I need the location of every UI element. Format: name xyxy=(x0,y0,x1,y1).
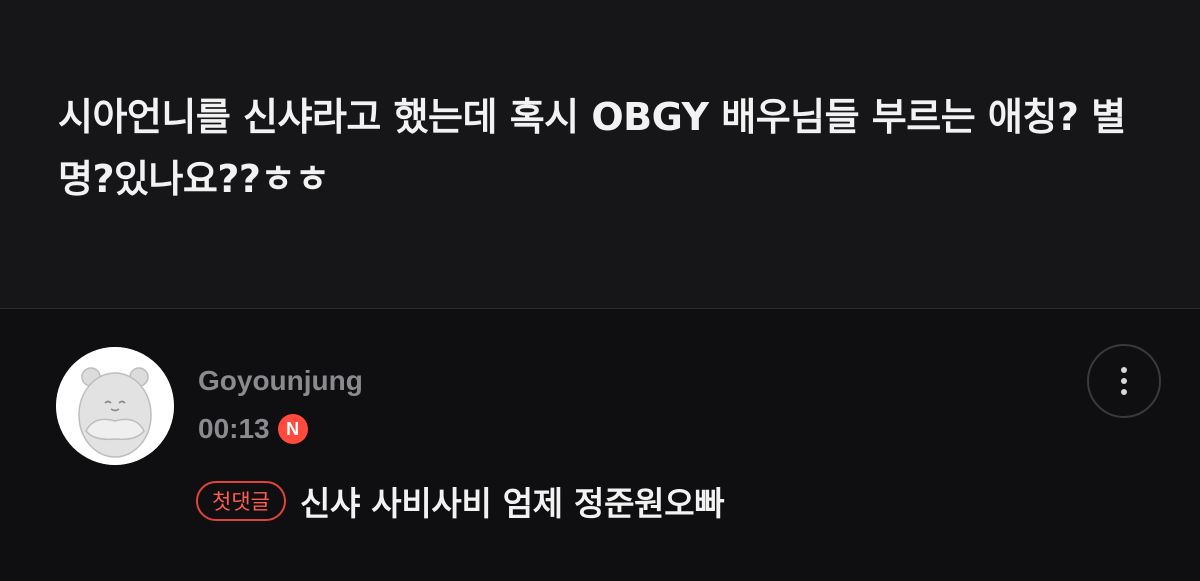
new-badge: N xyxy=(277,414,308,444)
comment-username[interactable]: Goyounjung xyxy=(198,365,363,397)
character-avatar-icon xyxy=(56,347,174,465)
comment-body: 첫댓글 신샤 사비사비 엄제 정준원오빠 xyxy=(196,477,725,525)
more-options-button[interactable] xyxy=(1087,344,1161,418)
more-vertical-icon-dot xyxy=(1121,389,1127,395)
more-vertical-icon xyxy=(1121,367,1127,373)
comment-meta: 00:13 N xyxy=(198,413,308,445)
post-header: 시아언니를 신샤라고 했는데 혹시 OBGY 배우님들 부르는 애칭? 별명?있… xyxy=(0,0,1200,308)
comment-text: 신샤 사비사비 엄제 정준원오빠 xyxy=(299,484,725,523)
avatar[interactable] xyxy=(56,347,174,465)
comment-time: 00:13 xyxy=(198,413,270,444)
comment-item: Goyounjung 00:13 N 첫댓글 신샤 사비사비 엄제 정준원오빠 xyxy=(0,309,1200,581)
more-vertical-icon-dot xyxy=(1121,378,1127,384)
first-comment-badge: 첫댓글 xyxy=(196,481,286,521)
post-title: 시아언니를 신샤라고 했는데 혹시 OBGY 배우님들 부르는 애칭? 별명?있… xyxy=(58,95,1126,201)
